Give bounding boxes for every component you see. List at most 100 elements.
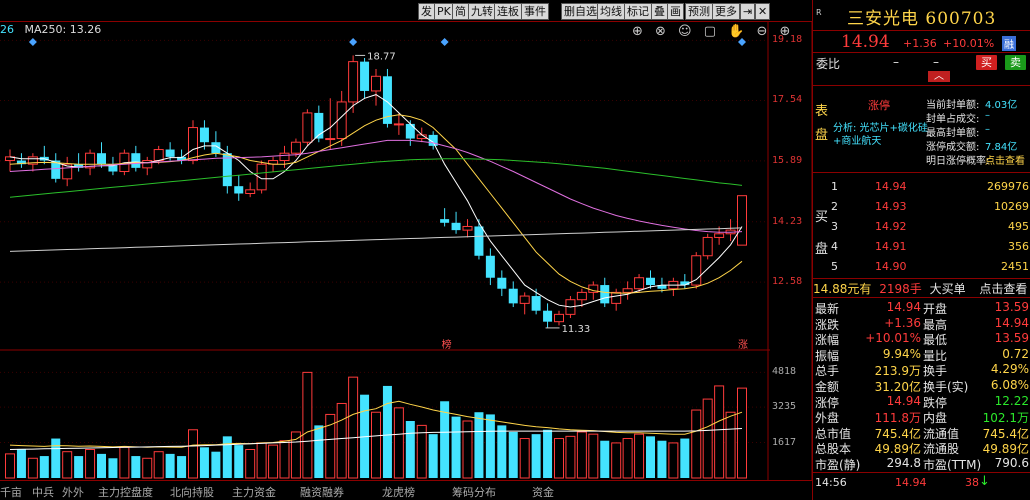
buy-level-row[interactable]: 3 14.92 495: [813, 218, 1030, 237]
stat-value: 49.89亿: [982, 442, 1029, 457]
volume-bar: [405, 421, 415, 478]
stat-row: 振幅 9.94% 量比 0.72: [813, 347, 1030, 363]
seal-label: 封单占成交:: [926, 114, 980, 125]
toolbar-button-4[interactable]: 连板: [494, 3, 522, 20]
indicator-tab-5[interactable]: 主力资金: [232, 484, 276, 500]
kline-chart[interactable]: 18.77 11.33 榜 涨: [0, 22, 813, 480]
indicator-tab-0[interactable]: 千亩: [0, 484, 22, 500]
candle-body: [646, 277, 655, 286]
stock-title: 三安光电 600703: [847, 9, 997, 29]
candle-body: [302, 112, 313, 143]
toolbar-button-3[interactable]: 九转: [468, 3, 496, 20]
buy-level-row[interactable]: 4 14.91 356: [813, 238, 1030, 257]
stat-row: 总手 213.9万 换手 4.29%: [813, 362, 1030, 378]
volume-bar: [462, 420, 473, 479]
stat-row: 总市值 745.4亿 流通值 745.4亿: [813, 425, 1030, 441]
stat-row: 涨幅 +10.01% 最低 13.59: [813, 331, 1030, 347]
kline-chart-svg[interactable]: 18.77 11.33 榜 涨: [0, 22, 813, 480]
event-diamond-icon: [440, 38, 449, 46]
volume-bar: [519, 438, 530, 479]
buy-price: 14.94: [875, 180, 907, 193]
volume-bar: [27, 457, 38, 479]
stat-value: 31.20亿: [874, 380, 921, 394]
candle-body: [360, 61, 370, 91]
volume-bar: [199, 447, 209, 478]
toolbar-button-7[interactable]: 均线: [597, 3, 625, 20]
buy-level-row[interactable]: 5 14.90 2451: [813, 258, 1030, 277]
stat-label: 量比: [923, 348, 948, 363]
candle-body: [485, 255, 495, 278]
volume-bar: [371, 411, 381, 479]
price-tick: 19.18: [772, 34, 803, 46]
big-order-banner[interactable]: 14.88元有 2198手 大买单 点击查看: [813, 280, 1027, 297]
stat-label: 涨停: [815, 395, 840, 410]
toolbar-button-6[interactable]: 删自选: [561, 3, 600, 20]
indicator-tab-9[interactable]: 资金: [532, 484, 554, 500]
indicator-tab-6[interactable]: 融资融券: [300, 484, 344, 500]
buy-level-row[interactable]: 1 14.94 269976: [813, 178, 1030, 197]
volume-bar: [348, 376, 359, 479]
volume-tick: 1617: [772, 436, 797, 448]
stat-label: 跌停: [923, 395, 948, 410]
buy-volume: 2451: [1001, 260, 1029, 273]
buy-level-row[interactable]: 2 14.93 10269: [813, 198, 1030, 217]
sell-button[interactable]: 卖: [1005, 55, 1026, 70]
volume-bar: [611, 442, 622, 479]
seal-side-label: 表盘: [815, 104, 829, 143]
banner-link[interactable]: 点击查看: [979, 282, 1027, 296]
volume-bar: [554, 438, 564, 479]
toolbar-button-9[interactable]: 叠: [651, 3, 668, 20]
volume-bar: [737, 387, 747, 479]
indicator-tab-bar: 千亩 中兵 外外 主力控盘度 北向持股 主力资金 融资融券 龙虎榜 筹码分布 资金: [0, 480, 812, 500]
toolbar-button-0[interactable]: 发: [418, 3, 435, 20]
seal-value: –: [985, 124, 990, 135]
volume-bar: [576, 431, 587, 479]
toolbar-button-10[interactable]: 画: [667, 3, 684, 20]
ma-line-ma5: [9, 94, 743, 308]
toolbar-button-11[interactable]: 预测: [685, 3, 713, 20]
toolbar-button-5[interactable]: 事件: [521, 3, 549, 20]
indicator-tab-2[interactable]: 外外: [62, 484, 84, 500]
seal-label: 涨停成交额:: [926, 142, 980, 153]
indicator-tab-3[interactable]: 主力控盘度: [98, 484, 153, 500]
toolbar-button-13[interactable]: ⇥: [740, 3, 756, 20]
chart-tool-icons[interactable]: ⊕ ⊗ ☺ ▢ ✋ ⊖ ⊕: [632, 24, 794, 39]
toolbar-button-1[interactable]: PK: [434, 3, 454, 20]
toolbar-button-14[interactable]: ✕: [755, 3, 771, 20]
event-diamond-icon: [349, 38, 358, 46]
last-price: 14.94: [841, 32, 890, 52]
stat-value: 49.89亿: [874, 442, 921, 457]
stat-label: 外盘: [815, 411, 840, 426]
candle-body: [290, 141, 301, 154]
toolbar-button-12[interactable]: 更多: [712, 3, 740, 20]
stat-value: 13.59: [994, 331, 1029, 346]
volume-bar: [691, 409, 702, 479]
seal-value[interactable]: 点击查看: [985, 152, 1025, 167]
buy-volume: 269976: [987, 180, 1029, 193]
stat-label: 总手: [815, 364, 840, 379]
volume-bar: [336, 402, 347, 479]
stat-value: 14.94: [994, 315, 1029, 330]
indicator-tab-4[interactable]: 北向持股: [170, 484, 214, 500]
volume-bar: [131, 456, 141, 478]
indicator-tab-7[interactable]: 龙虎榜: [382, 484, 415, 500]
price-tick: 12.58: [772, 276, 803, 288]
indicator-tab-8[interactable]: 筹码分布: [452, 484, 496, 500]
stat-value: 4.29%: [990, 362, 1029, 377]
indicator-tab-1[interactable]: 中兵: [32, 484, 54, 500]
candle-body: [462, 225, 473, 231]
collapse-chevron-icon[interactable]: ︿: [928, 71, 950, 82]
stat-value: 790.6: [994, 456, 1029, 470]
volume-bar: [51, 438, 61, 478]
toolbar-button-2[interactable]: 简: [452, 3, 469, 20]
seal-analysis[interactable]: 分析: 光芯片+碳化硅+商业航天: [833, 122, 928, 148]
buy-button[interactable]: 买: [976, 55, 997, 70]
high-price-label: 18.77: [367, 51, 396, 62]
candle-body: [153, 149, 164, 162]
candle-body: [97, 153, 106, 165]
toolbar-button-8[interactable]: 标记: [624, 3, 652, 20]
volume-bar: [680, 438, 690, 478]
seal-value: 7.84亿: [985, 142, 1018, 153]
stat-label: 最高: [923, 317, 948, 332]
stat-label: 金额: [815, 380, 840, 394]
